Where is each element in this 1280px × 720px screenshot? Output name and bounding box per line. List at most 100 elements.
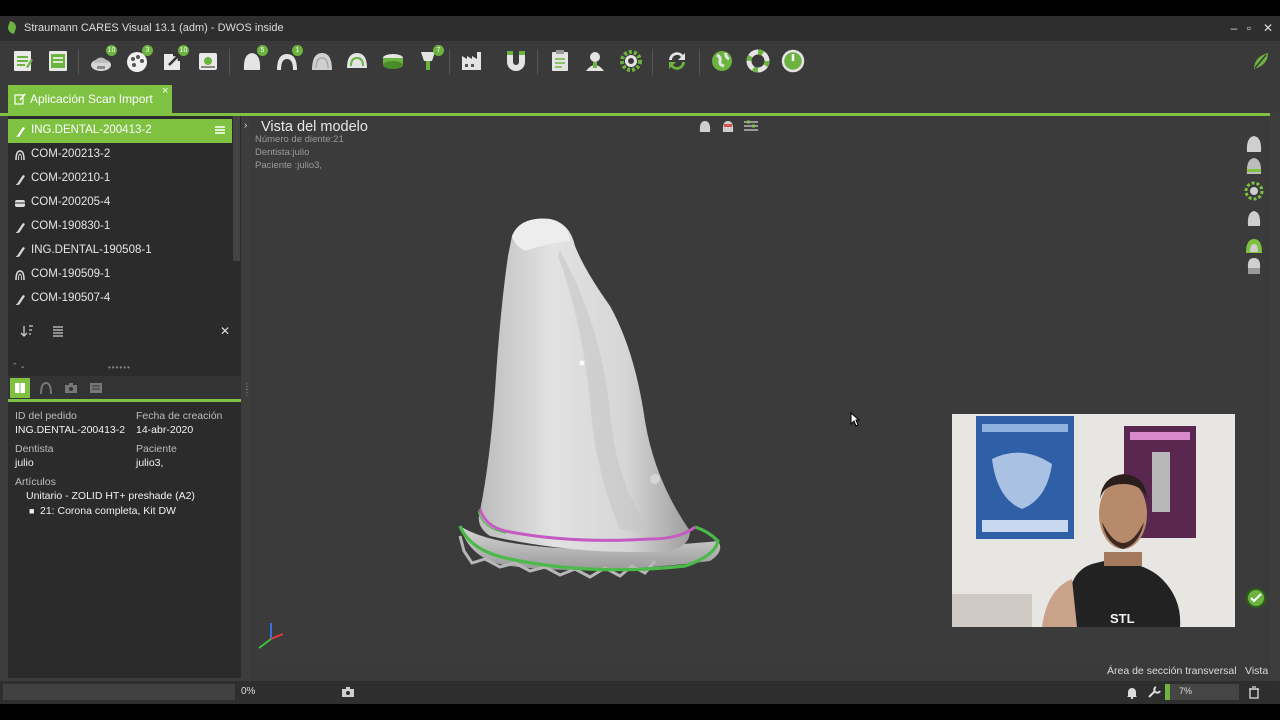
status-bar: 0% 7% [0, 681, 1280, 704]
magnet-button[interactable] [503, 48, 529, 74]
order-list-item[interactable]: COM-200205-4 [8, 191, 232, 215]
clipboard-icon [552, 50, 568, 71]
expand-panel-icon[interactable]: › [244, 120, 252, 131]
order-list-item[interactable]: COM-190509-1 [8, 263, 232, 287]
order-list-item[interactable]: COM-200213-2 [8, 143, 232, 167]
order-list-scrollbar[interactable] [233, 116, 240, 261]
abutment-button[interactable]: 7 [415, 45, 444, 74]
zoom-indicator[interactable]: 7% [1165, 684, 1239, 700]
sort-icon[interactable] [20, 324, 34, 338]
order-list-item[interactable]: ING.DENTAL-200413-2 [8, 119, 232, 143]
view-tooth-icon[interactable] [1243, 132, 1265, 154]
view-settings-gear-icon[interactable] [1243, 180, 1265, 202]
view-gingiva-icon[interactable] [1243, 234, 1265, 256]
crown-model-3d[interactable] [450, 211, 730, 591]
order-list-item[interactable]: COM-200210-1 [8, 167, 232, 191]
list-view-icon[interactable] [51, 324, 65, 338]
export-button[interactable]: 10 [160, 45, 189, 74]
viewport-bottom-bar: Área de sección transversal Vista [250, 661, 1270, 681]
cross-section-button[interactable]: Área de sección transversal [1107, 665, 1237, 677]
clear-filter-button[interactable]: ✕ [220, 324, 234, 338]
factory-button[interactable] [459, 48, 485, 74]
subtab-order-info[interactable] [10, 378, 30, 398]
viewport-title: Vista del modelo [261, 119, 368, 135]
patient-value: julio3, [136, 457, 164, 469]
view-button[interactable]: Vista [1245, 665, 1268, 677]
globe-button[interactable] [709, 48, 735, 74]
view-die-icon[interactable] [1243, 254, 1265, 276]
power-button[interactable] [780, 48, 806, 74]
order-list-icon [49, 51, 67, 71]
order-list-button[interactable] [45, 48, 71, 74]
order-label: COM-190830-1 [31, 220, 111, 232]
help-button[interactable] [745, 48, 771, 74]
tooth-number-label: Número de diente:21 [255, 134, 344, 145]
maximize-button[interactable]: ▫ [1243, 21, 1255, 35]
clipboard-button[interactable] [547, 48, 573, 74]
close-window-button[interactable]: ✕ [1262, 21, 1274, 35]
order-list-item[interactable]: COM-190507-4 [8, 287, 232, 311]
order-label: COM-190507-4 [31, 292, 111, 304]
collapse-toggle-icon[interactable]: ⌃ ⌄ [12, 362, 32, 370]
shirt-text: STL [1110, 611, 1135, 626]
subtab-scan[interactable] [36, 378, 56, 398]
order-label: ING.DENTAL-200413-2 [31, 124, 152, 136]
created-label: Fecha de creación [136, 410, 223, 422]
dentist-value: julio [15, 457, 34, 469]
camera-icon [65, 383, 77, 393]
view-preparation-icon[interactable] [1243, 206, 1265, 228]
filter-input[interactable] [86, 322, 216, 342]
confirm-button[interactable] [1246, 588, 1266, 608]
full-arch-button[interactable] [344, 48, 370, 74]
refresh-icon [669, 52, 685, 70]
order-form-button[interactable] [10, 48, 36, 74]
order-label: COM-190509-1 [31, 268, 111, 280]
order-list-item[interactable]: ING.DENTAL-190508-1 [8, 239, 232, 263]
toolbar-separator [699, 49, 700, 75]
tab-close-button[interactable]: × [162, 85, 168, 97]
tab-label: Aplicación Scan Import [30, 92, 153, 106]
trash-icon[interactable] [1247, 685, 1261, 699]
layers-settings-icon[interactable] [743, 118, 759, 134]
order-label: COM-200210-1 [31, 172, 111, 184]
settings-button[interactable] [618, 48, 644, 74]
notification-bell-icon[interactable] [1125, 685, 1139, 699]
screenshot-camera-icon[interactable] [341, 685, 355, 699]
subtab-notes[interactable] [86, 378, 106, 398]
panel-resize-handle[interactable]: ⋮ ⋮ [243, 383, 251, 410]
dentist-label: Dentista [15, 443, 54, 455]
tab-scan-import[interactable]: Aplicación Scan Import × [8, 85, 172, 113]
model-base-button[interactable] [380, 48, 406, 74]
crown-icon [15, 175, 25, 185]
crown-icon [15, 247, 25, 257]
hamburger-menu-icon[interactable] [214, 124, 226, 136]
tools-wrench-icon[interactable] [1147, 685, 1161, 699]
notes-icon [90, 383, 102, 393]
arch-icon [15, 150, 25, 161]
palette-button[interactable]: 3 [124, 45, 153, 74]
article-item: 21: Corona completa, Kit DW [40, 505, 176, 517]
order-list: ING.DENTAL-200413-2 COM-200213-2 COM-20021… [8, 116, 241, 312]
minimize-button[interactable]: – [1228, 21, 1240, 35]
panel-splitter[interactable]: •••••• [108, 364, 140, 372]
implant-arch-button[interactable]: 1 [274, 45, 303, 74]
order-list-item[interactable]: COM-190830-1 [8, 215, 232, 239]
refresh-button[interactable] [664, 48, 690, 74]
zoom-text: 7% [1179, 686, 1193, 696]
tooth-model-button[interactable]: 5 [239, 45, 268, 74]
database-button[interactable] [195, 48, 221, 74]
scan-import-icon [14, 93, 26, 105]
tooth-color-icon[interactable] [720, 118, 736, 134]
tooth-toggle-icon[interactable] [697, 118, 713, 134]
scan-upload-button[interactable]: 10 [88, 45, 117, 74]
subtab-photos[interactable] [61, 378, 81, 398]
view-tooth-alt-icon[interactable] [1243, 154, 1265, 176]
gingiva-button[interactable] [309, 48, 335, 74]
user-admin-button[interactable] [582, 48, 608, 74]
progress-text: 0% [241, 686, 256, 697]
arch-icon [40, 381, 52, 395]
application-window: Straumann CARES Visual 13.1 (adm) - DWOS… [0, 16, 1280, 704]
toolbar-separator [229, 49, 230, 75]
order-label: COM-200213-2 [31, 148, 111, 160]
power-icon [781, 49, 805, 73]
